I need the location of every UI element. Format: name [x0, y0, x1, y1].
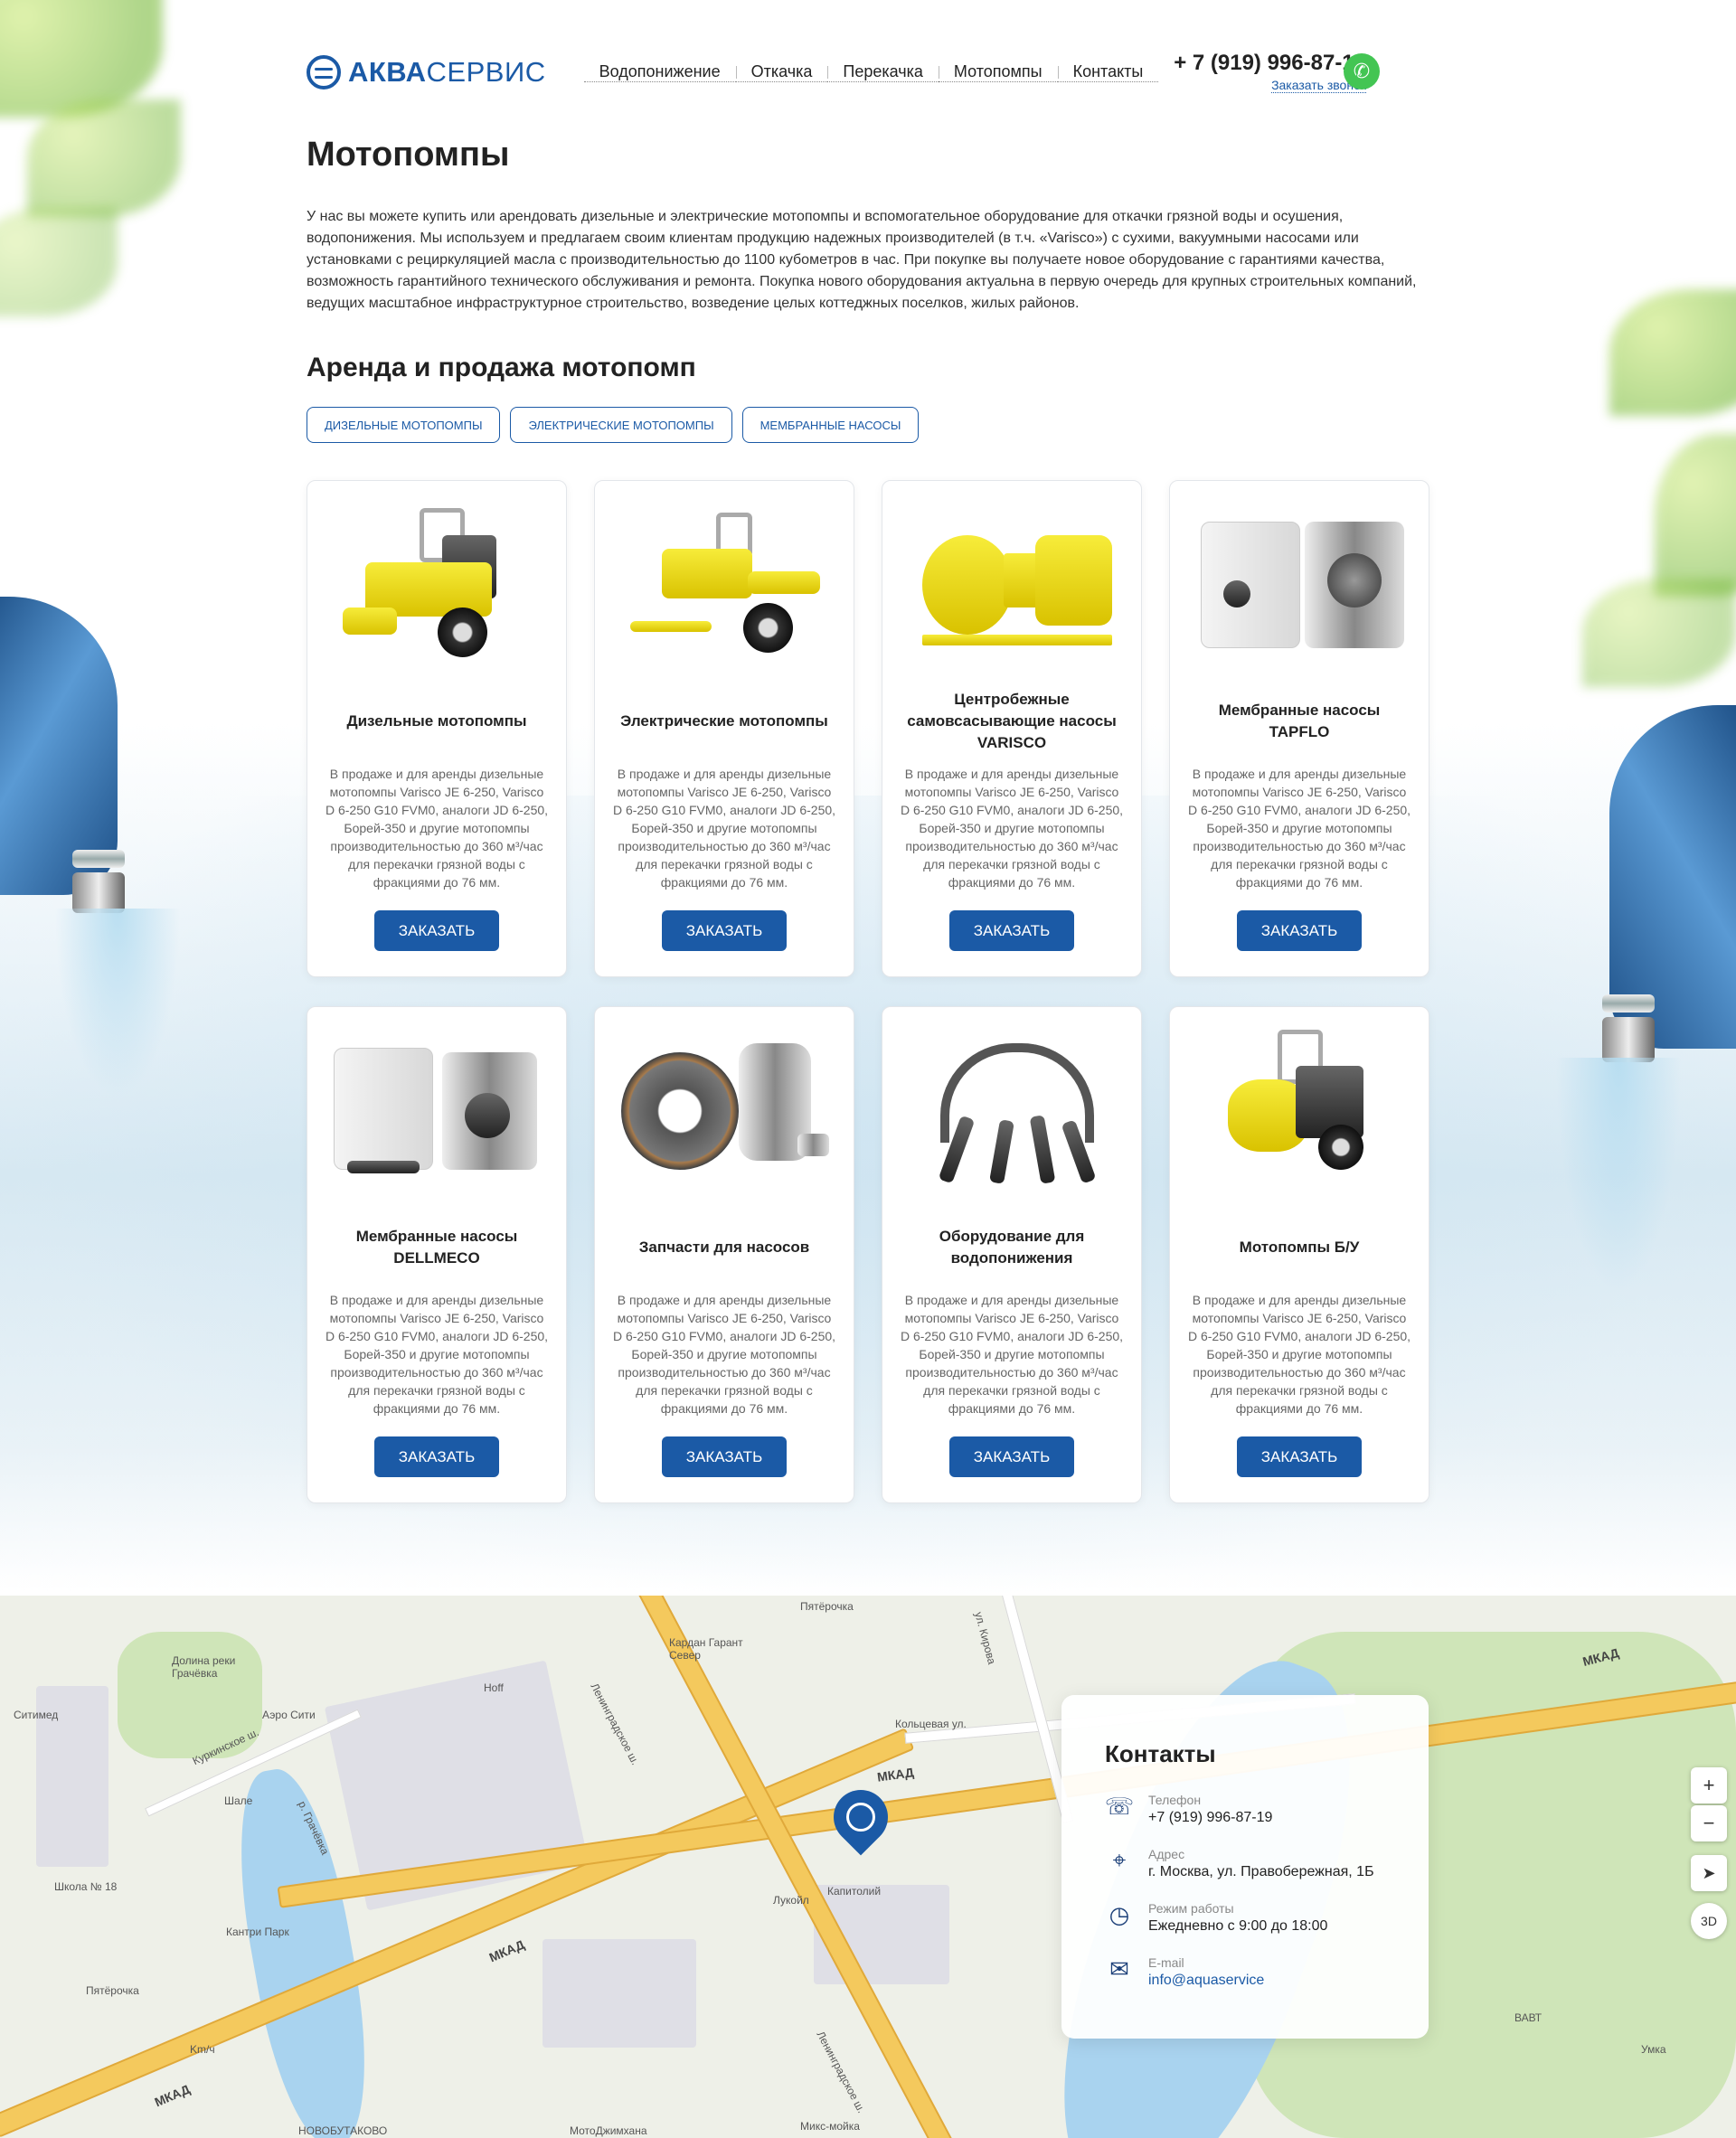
order-button[interactable]: ЗАКАЗАТЬ: [1237, 910, 1362, 951]
product-title: Мембранные насосы TAPFLO: [1218, 702, 1381, 740]
product-title: Запчасти для насосов: [638, 1239, 810, 1256]
phone-icon: ☏: [1104, 1792, 1135, 1820]
product-description: В продаже и для аренды дизельные мотопом…: [612, 1293, 836, 1416]
product-description: В продаже и для аренды дизельные мотопом…: [612, 767, 836, 890]
filter-diesel[interactable]: ДИЗЕЛЬНЫЕ МОТОПОМПЫ: [307, 407, 501, 443]
nav-item-vodoponizhenie[interactable]: Водопонижение: [583, 62, 736, 82]
product-card[interactable]: Электрические мотопомпы В продаже и для …: [594, 480, 854, 977]
product-title: Электрические мотопомпы: [620, 712, 828, 730]
contact-email: ✉ E-mail info@aquaservice: [1105, 1954, 1385, 1991]
leaf-decoration: [1582, 579, 1736, 687]
product-description: В продаже и для аренды дизельные мотопом…: [900, 767, 1124, 890]
contacts-panel: Контакты ☏ Телефон +7 (919) 996-87-19 ⌖ …: [1061, 1695, 1429, 2039]
order-button[interactable]: ЗАКАЗАТЬ: [949, 910, 1074, 951]
filter-membrane[interactable]: МЕМБРАННЫЕ НАСОСЫ: [741, 407, 920, 443]
product-card[interactable]: Дизельные мотопомпы В продаже и для арен…: [307, 480, 567, 977]
filter-electric[interactable]: ЭЛЕКТРИЧЕСКИЕ МОТОПОМПЫ: [510, 407, 732, 443]
product-image: [904, 499, 1119, 662]
logo-bold: АКВА: [348, 56, 427, 88]
section-title: Аренда и продажа мотопомп: [307, 353, 696, 382]
leaf-decoration: [27, 99, 181, 217]
product-description: В продаже и для аренды дизельные мотопом…: [900, 1293, 1124, 1416]
geolocation-icon[interactable]: ➤: [1691, 1855, 1727, 1891]
nav-item-kontakty[interactable]: Контакты: [1057, 62, 1159, 82]
nav-item-otkachka[interactable]: Откачка: [735, 62, 828, 82]
product-title: Центробежные самовсасывающие насосы VARI…: [907, 691, 1117, 751]
product-image: [329, 499, 544, 662]
contacts-title: Контакты: [1105, 1740, 1216, 1767]
main-nav: Водопонижение Откачка Перекачка Мотопомп…: [583, 62, 1159, 82]
contact-email-link[interactable]: info@aquaservice: [1148, 1971, 1264, 1991]
product-card[interactable]: Мотопомпы Б/У В продаже и для аренды диз…: [1169, 1006, 1429, 1503]
product-card[interactable]: Оборудование для водопонижения В продаже…: [882, 1006, 1142, 1503]
product-image: [617, 1025, 832, 1188]
zoom-in-button[interactable]: +: [1691, 1767, 1727, 1804]
product-image: [1192, 499, 1407, 662]
product-image: [329, 1025, 544, 1188]
product-card[interactable]: Мембранные насосы DELLMECO В продаже и д…: [307, 1006, 567, 1503]
logo-icon: [307, 55, 341, 89]
product-card[interactable]: Мембранные насосы TAPFLO В продаже и для…: [1169, 480, 1429, 977]
product-description: В продаже и для аренды дизельные мотопом…: [1187, 1293, 1411, 1416]
product-title: Мотопомпы Б/У: [1239, 1239, 1360, 1256]
product-image: [904, 1025, 1119, 1188]
intro-text: У нас вы можете купить или арендовать ди…: [307, 209, 1417, 311]
header-phone[interactable]: + 7 (919) 996-87-19: [1174, 51, 1366, 76]
filter-bar: ДИЗЕЛЬНЫЕ МОТОПОМПЫ ЭЛЕКТРИЧЕСКИЕ МОТОПО…: [307, 407, 1429, 443]
contact-phone-value[interactable]: +7 (919) 996-87-19: [1148, 1808, 1272, 1828]
map-pin-icon: ⌖: [1112, 1846, 1127, 1873]
contact-phone: ☏ Телефон +7 (919) 996-87-19: [1105, 1792, 1385, 1828]
contact-hours: ◷ Режим работы Ежедневно с 9:00 до 18:00: [1105, 1900, 1385, 1936]
order-button[interactable]: ЗАКАЗАТЬ: [1237, 1436, 1362, 1477]
clock-icon: ◷: [1109, 1900, 1130, 1928]
product-title: Оборудование для водопонижения: [939, 1228, 1085, 1267]
page-title: Мотопомпы: [307, 136, 510, 174]
hose-ring: [1602, 994, 1655, 1012]
water-splash: [1555, 1058, 1682, 1293]
order-button[interactable]: ЗАКАЗАТЬ: [662, 1436, 787, 1477]
product-grid: Дизельные мотопомпы В продаже и для арен…: [307, 480, 1429, 1503]
product-card[interactable]: Запчасти для насосов В продаже и для аре…: [594, 1006, 854, 1503]
leaf-decoration: [1655, 434, 1736, 597]
phone-block: + 7 (919) 996-87-19 Заказать звонок: [1174, 51, 1366, 94]
logo[interactable]: АКВАСЕРВИС: [307, 55, 546, 89]
order-button[interactable]: ЗАКАЗАТЬ: [949, 1436, 1074, 1477]
product-title: Мембранные насосы DELLMECO: [355, 1228, 518, 1267]
water-splash: [54, 909, 181, 1098]
leaf-decoration: [0, 208, 118, 316]
product-image: [617, 499, 832, 662]
product-image: [1192, 1025, 1407, 1188]
map-3d-button[interactable]: 3D: [1691, 1903, 1727, 1939]
product-card[interactable]: Центробежные самовсасывающие насосы VARI…: [882, 480, 1142, 977]
nav-item-perekachka[interactable]: Перекачка: [827, 62, 939, 82]
product-title: Дизельные мотопомпы: [346, 712, 527, 730]
location-map[interactable]: МКАД МКАД МКАД МКАД Ленинградское ш. Лен…: [0, 1596, 1736, 2138]
order-button[interactable]: ЗАКАЗАТЬ: [374, 910, 499, 951]
hose-ring: [1602, 1017, 1655, 1062]
product-description: В продаже и для аренды дизельные мотопом…: [325, 767, 549, 890]
location-pin-icon[interactable]: [822, 1778, 900, 1860]
contact-address: ⌖ Адрес г. Москва, ул. Правобережная, 1Б: [1105, 1846, 1385, 1882]
whatsapp-icon[interactable]: ✆: [1344, 53, 1380, 89]
order-button[interactable]: ЗАКАЗАТЬ: [374, 1436, 499, 1477]
hose-ring: [72, 872, 125, 913]
product-description: В продаже и для аренды дизельные мотопом…: [1187, 767, 1411, 890]
logo-light: СЕРВИС: [426, 56, 546, 88]
hose-ring: [72, 850, 125, 868]
leaf-decoration: [1609, 289, 1736, 416]
road-leningradskoe: [611, 1596, 962, 2138]
nav-item-motopompy[interactable]: Мотопомпы: [938, 62, 1058, 82]
site-header: АКВАСЕРВИС Водопонижение Откачка Перекач…: [307, 50, 1429, 95]
product-description: В продаже и для аренды дизельные мотопом…: [325, 1293, 549, 1416]
mail-icon: ✉: [1109, 1954, 1129, 1983]
order-button[interactable]: ЗАКАЗАТЬ: [662, 910, 787, 951]
zoom-out-button[interactable]: −: [1691, 1805, 1727, 1841]
